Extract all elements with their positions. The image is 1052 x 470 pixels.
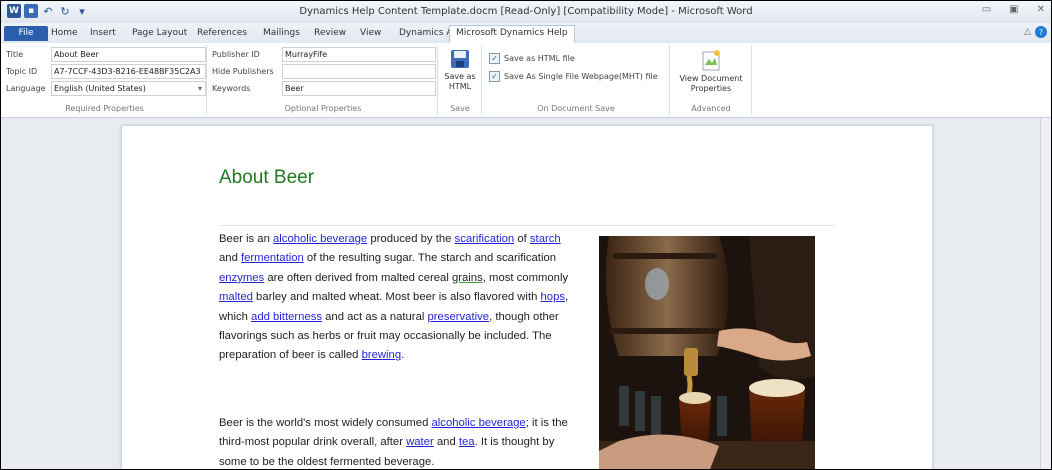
group-save: Save as HTML Save xyxy=(439,45,482,115)
language-select[interactable]: English (United States) ▾ xyxy=(51,81,206,96)
hyperlink[interactable]: preservative xyxy=(428,311,490,323)
group-required-properties: Title About Beer Topic ID A7-7CCF-43D3-8… xyxy=(3,45,207,115)
group-label-save: Save xyxy=(450,104,470,113)
beer-tap-photo xyxy=(599,236,815,469)
body-text: Beer is the world's most widely consumed xyxy=(219,417,432,429)
minimize-icon[interactable]: ▭ xyxy=(982,4,991,15)
body-text: . xyxy=(401,349,405,362)
body-text: Beer is an xyxy=(219,233,274,245)
tab-page-layout[interactable]: Page Layout xyxy=(126,26,193,41)
hide-publishers-label: Hide Publishers xyxy=(212,66,274,76)
tab-microsoft-dynamics-help[interactable]: Microsoft Dynamics Help xyxy=(449,25,575,43)
chevron-down-icon[interactable]: ▾ xyxy=(198,82,202,95)
tab-file[interactable]: File xyxy=(4,26,48,41)
title-label: Title xyxy=(6,49,24,59)
publisher-id-label: Publisher ID xyxy=(212,49,260,59)
hyperlink[interactable]: enzymes xyxy=(219,272,264,284)
group-label-optional: Optional Properties xyxy=(284,104,362,113)
document-page[interactable]: About Beer Beer is an alcoholic beverage… xyxy=(121,125,933,469)
title-divider xyxy=(219,225,835,226)
hyperlink[interactable]: starch xyxy=(530,233,561,245)
tab-view[interactable]: View xyxy=(354,26,387,41)
minimize-ribbon-icon[interactable]: △ xyxy=(1024,27,1031,37)
body-text: and xyxy=(433,436,459,449)
group-advanced: View Document Properties Advanced xyxy=(671,45,752,115)
body-text: of xyxy=(514,233,530,245)
paragraph-2: Beer is the world's most widely consumed… xyxy=(219,414,579,469)
group-optional-properties: Publisher ID MurrayFife Hide Publishers … xyxy=(209,45,438,115)
hyperlink[interactable]: hops xyxy=(541,291,566,303)
floppy-disk-icon xyxy=(451,50,469,68)
document-title: About Beer xyxy=(219,167,315,188)
body-text: and act as a natural xyxy=(322,310,428,323)
document-properties-icon xyxy=(702,50,720,71)
vertical-scrollbar[interactable] xyxy=(1040,118,1051,469)
close-icon[interactable]: ✕ xyxy=(1037,4,1045,15)
save-as-mht-checkbox[interactable]: ✓ xyxy=(489,70,500,82)
hide-publishers-input[interactable] xyxy=(282,64,436,79)
hyperlink[interactable]: alcoholic beverage xyxy=(273,233,367,245)
save-as-html-checkbox[interactable]: ✓ xyxy=(489,52,500,64)
hyperlink[interactable]: add bitterness xyxy=(251,311,322,323)
tab-home[interactable]: Home xyxy=(45,26,84,41)
keywords-input[interactable]: Beer xyxy=(282,81,436,96)
group-on-document-save: ✓ Save as HTML file ✓ Save As Single Fil… xyxy=(483,45,670,115)
group-label-advanced: Advanced xyxy=(691,104,731,113)
body-text: are often derived from malted cereal xyxy=(264,271,452,284)
view-document-properties-button[interactable]: View Document Properties xyxy=(673,49,749,94)
title-bar: W ▪ ↶ ↻ ▾ Dynamics Help Content Template… xyxy=(1,1,1051,23)
window-controls: ▭ ▣ ✕ xyxy=(982,4,1045,15)
beer-tap-illustration xyxy=(599,236,815,469)
tab-insert[interactable]: Insert xyxy=(84,26,122,41)
save-as-mht-checkbox-row[interactable]: ✓ Save As Single File Webpage(MHT) file xyxy=(489,69,658,83)
word-window: W ▪ ↶ ↻ ▾ Dynamics Help Content Template… xyxy=(0,0,1052,470)
grammar-flagged-word[interactable]: grains xyxy=(452,272,483,284)
body-text: barley and malted wheat. Most beer is al… xyxy=(252,291,541,304)
save-as-html-button[interactable]: Save as HTML xyxy=(441,49,479,92)
paragraph-1: Beer is an alcoholic beverage produced b… xyxy=(219,230,579,366)
help-icon[interactable]: ? xyxy=(1035,26,1047,38)
save-as-html-checkbox-row[interactable]: ✓ Save as HTML file xyxy=(489,51,575,65)
ribbon: Title About Beer Topic ID A7-7CCF-43D3-8… xyxy=(1,43,1051,118)
window-title: Dynamics Help Content Template.docm [Rea… xyxy=(299,6,753,17)
tab-references[interactable]: References xyxy=(191,26,253,41)
tab-mailings[interactable]: Mailings xyxy=(257,26,306,41)
topic-id-input[interactable]: A7-7CCF-43D3-8216-EE48BF35C2A3 xyxy=(51,64,206,79)
topic-id-label: Topic ID xyxy=(6,66,38,76)
hyperlink[interactable]: malted xyxy=(219,291,253,303)
keywords-label: Keywords xyxy=(212,83,251,93)
tab-review[interactable]: Review xyxy=(308,26,352,41)
language-label: Language xyxy=(6,83,46,93)
hyperlink[interactable]: fermentation xyxy=(241,252,304,264)
group-label-required: Required Properties xyxy=(65,104,144,113)
ribbon-tabs: File Home Insert Page Layout References … xyxy=(1,23,1051,43)
hyperlink[interactable]: scarification xyxy=(455,233,515,245)
body-text: , most commonly xyxy=(482,271,569,284)
body-text: produced by the xyxy=(367,233,455,245)
group-label-on-document-save: On Document Save xyxy=(537,104,615,113)
hyperlink[interactable]: water xyxy=(406,436,434,448)
hyperlink[interactable]: tea xyxy=(459,436,475,448)
title-input[interactable]: About Beer xyxy=(51,47,206,62)
restore-icon[interactable]: ▣ xyxy=(1009,4,1018,15)
publisher-id-input[interactable]: MurrayFife xyxy=(282,47,436,62)
hyperlink[interactable]: brewing xyxy=(362,349,402,361)
body-text: and xyxy=(219,252,241,265)
body-text: of the resulting sugar. The starch and s… xyxy=(303,252,557,265)
hyperlink[interactable]: alcoholic beverage xyxy=(432,417,526,429)
